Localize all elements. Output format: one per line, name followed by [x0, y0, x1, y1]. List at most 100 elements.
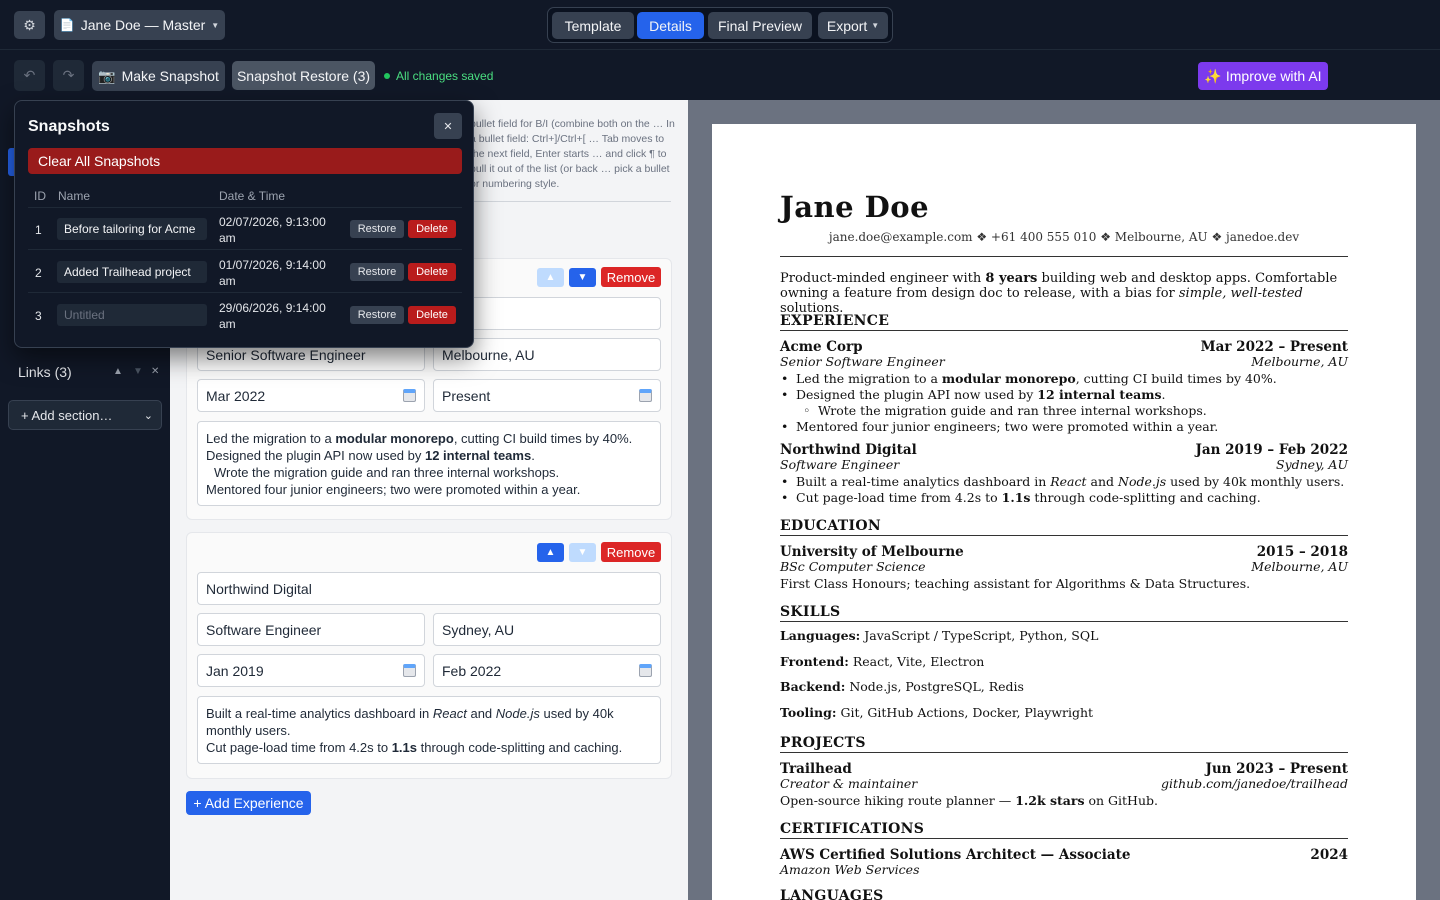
- calendar-icon[interactable]: [403, 664, 416, 677]
- calendar-icon[interactable]: [639, 389, 652, 402]
- skill-line: Languages: JavaScript / TypeScript, Pyth…: [780, 628, 1098, 643]
- sidebar-item-links[interactable]: Links (3) ▲ ▼ ✕: [18, 364, 163, 382]
- column-header-id: ID: [34, 189, 46, 203]
- end-date-field[interactable]: Feb 2022: [433, 654, 661, 687]
- restore-button[interactable]: Restore: [350, 220, 404, 238]
- move-up-button[interactable]: ▲: [537, 543, 564, 562]
- chevron-down-icon: ⌄: [143, 410, 153, 422]
- restore-button[interactable]: Restore: [350, 306, 404, 324]
- column-header-date: Date & Time: [219, 189, 286, 203]
- resume-role: Software Engineer: [780, 457, 900, 472]
- arrow-down-icon: ▼: [577, 547, 588, 558]
- snapshot-date: 01/07/2026, 9:14:00 am: [219, 257, 339, 289]
- make-snapshot-button[interactable]: 📷 Make Snapshot: [92, 61, 225, 91]
- delete-button[interactable]: Delete: [408, 220, 456, 238]
- resume-location: Melbourne, AU: [1251, 559, 1348, 574]
- resume-summary: Product-minded engineer with 8 years bui…: [780, 271, 1338, 316]
- divider: [28, 249, 462, 250]
- delete-button[interactable]: Delete: [408, 306, 456, 324]
- resume-degree: BSc Computer Science: [780, 559, 926, 574]
- resume-role: Creator & maintainer: [780, 776, 918, 791]
- tab-final-preview[interactable]: Final Preview: [708, 12, 812, 39]
- job-title-field[interactable]: Software Engineer: [197, 613, 425, 646]
- add-experience-button[interactable]: + Add Experience: [186, 791, 311, 815]
- end-date-value: Feb 2022: [442, 662, 502, 679]
- settings-button[interactable]: ⚙: [14, 11, 45, 39]
- caret-down-icon: ▼: [211, 20, 220, 30]
- calendar-icon[interactable]: [639, 664, 652, 677]
- location-field[interactable]: Sydney, AU: [433, 613, 661, 646]
- resume-dates: 2015 – 2018: [1256, 544, 1348, 560]
- undo-button[interactable]: ↶: [14, 60, 45, 91]
- camera-icon: 📷: [98, 67, 116, 84]
- skill-line: Backend: Node.js, PostgreSQL, Redis: [780, 679, 1024, 694]
- improve-with-ai-button[interactable]: ✨ Improve with AI: [1198, 62, 1328, 90]
- divider: [780, 752, 1348, 753]
- tab-details[interactable]: Details: [637, 12, 704, 39]
- resume-contact: jane.doe@example.com ❖ +61 400 555 010 ❖…: [828, 230, 1300, 244]
- delete-button[interactable]: Delete: [408, 263, 456, 281]
- resume-bullet: Led the migration to a modular monorepo,…: [781, 371, 1277, 386]
- editor-help-text: bullet field for B/I (combine both on th…: [470, 118, 675, 190]
- start-date-value: Jan 2019: [206, 662, 264, 679]
- divider: [780, 621, 1348, 622]
- section-heading: EDUCATION: [780, 518, 881, 534]
- add-section-select[interactable]: + Add section… ⌄: [8, 400, 162, 430]
- bullet-line: Built a real-time analytics dashboard in…: [206, 706, 614, 738]
- clear-all-snapshots-button[interactable]: Clear All Snapshots: [28, 148, 462, 174]
- resume-bullet: Mentored four junior engineers; two were…: [781, 419, 1218, 434]
- skill-value: Node.js, PostgreSQL, Redis: [849, 679, 1024, 694]
- resume-location: Sydney, AU: [1276, 457, 1348, 472]
- document-selector[interactable]: 📄 Jane Doe — Master ▼: [54, 10, 225, 40]
- close-icon[interactable]: ✕: [151, 366, 159, 377]
- resume-org: Northwind Digital: [780, 442, 917, 458]
- resume-bullet: Cut page-load time from 4.2s to 1.1s thr…: [781, 490, 1261, 505]
- description-editor[interactable]: Built a real-time analytics dashboard in…: [197, 696, 661, 764]
- snapshot-restore-button[interactable]: Snapshot Restore (3): [232, 61, 375, 90]
- move-down-button[interactable]: ▼: [569, 543, 596, 562]
- company-field[interactable]: Northwind Digital: [197, 572, 661, 605]
- description-editor[interactable]: Led the migration to a modular monorepo,…: [197, 421, 661, 506]
- snapshot-name-input[interactable]: Untitled: [57, 304, 207, 326]
- gear-icon: ⚙: [23, 16, 36, 33]
- skill-label: Languages:: [780, 628, 861, 643]
- section-heading: PROJECTS: [780, 735, 866, 751]
- redo-button[interactable]: ↷: [53, 60, 84, 91]
- end-date-value: Present: [442, 387, 491, 404]
- restore-button[interactable]: Restore: [350, 263, 404, 281]
- snapshot-date: 29/06/2026, 9:14:00 am: [219, 300, 339, 332]
- bullet-line: Designed the plugin API now used by 12 i…: [206, 448, 535, 463]
- remove-button[interactable]: Remove: [601, 542, 661, 562]
- divider: [28, 207, 462, 208]
- resume-dates: Jun 2023 – Present: [1205, 761, 1348, 777]
- calendar-icon[interactable]: [403, 389, 416, 402]
- start-date-field[interactable]: Jan 2019: [197, 654, 425, 687]
- close-icon: ✕: [443, 120, 453, 133]
- tab-template[interactable]: Template: [552, 12, 634, 39]
- skill-line: Frontend: React, Vite, Electron: [780, 654, 984, 669]
- arrow-up-icon: ▲: [545, 272, 556, 283]
- move-down-icon[interactable]: ▼: [133, 366, 143, 377]
- snapshot-time-suffix: am: [219, 274, 236, 288]
- status-dot-icon: [384, 73, 390, 79]
- remove-button[interactable]: Remove: [601, 267, 661, 287]
- divider: [470, 201, 671, 202]
- start-date-field[interactable]: Mar 2022: [197, 379, 425, 412]
- bullet-line: Wrote the migration guide and ran three …: [214, 465, 560, 480]
- snapshot-name-input[interactable]: Added Trailhead project: [57, 261, 207, 283]
- snapshot-id: 2: [35, 266, 42, 280]
- section-heading: CERTIFICATIONS: [780, 821, 925, 837]
- move-up-icon[interactable]: ▲: [113, 366, 123, 377]
- move-down-button[interactable]: ▼: [569, 268, 596, 287]
- save-status-text: All changes saved: [396, 69, 494, 83]
- resume-project-link: github.com/janedoe/trailhead: [1161, 776, 1348, 791]
- snapshot-name-input[interactable]: Before tailoring for Acme: [57, 218, 207, 240]
- export-menu-button[interactable]: Export ▼: [818, 12, 888, 39]
- divider: [780, 535, 1348, 536]
- move-up-button[interactable]: ▲: [537, 268, 564, 287]
- skill-label: Tooling:: [780, 705, 837, 720]
- end-date-field[interactable]: Present: [433, 379, 661, 412]
- skill-label: Frontend:: [780, 654, 849, 669]
- resume-page: Jane Doe jane.doe@example.com ❖ +61 400 …: [712, 124, 1416, 900]
- close-button[interactable]: ✕: [434, 113, 462, 139]
